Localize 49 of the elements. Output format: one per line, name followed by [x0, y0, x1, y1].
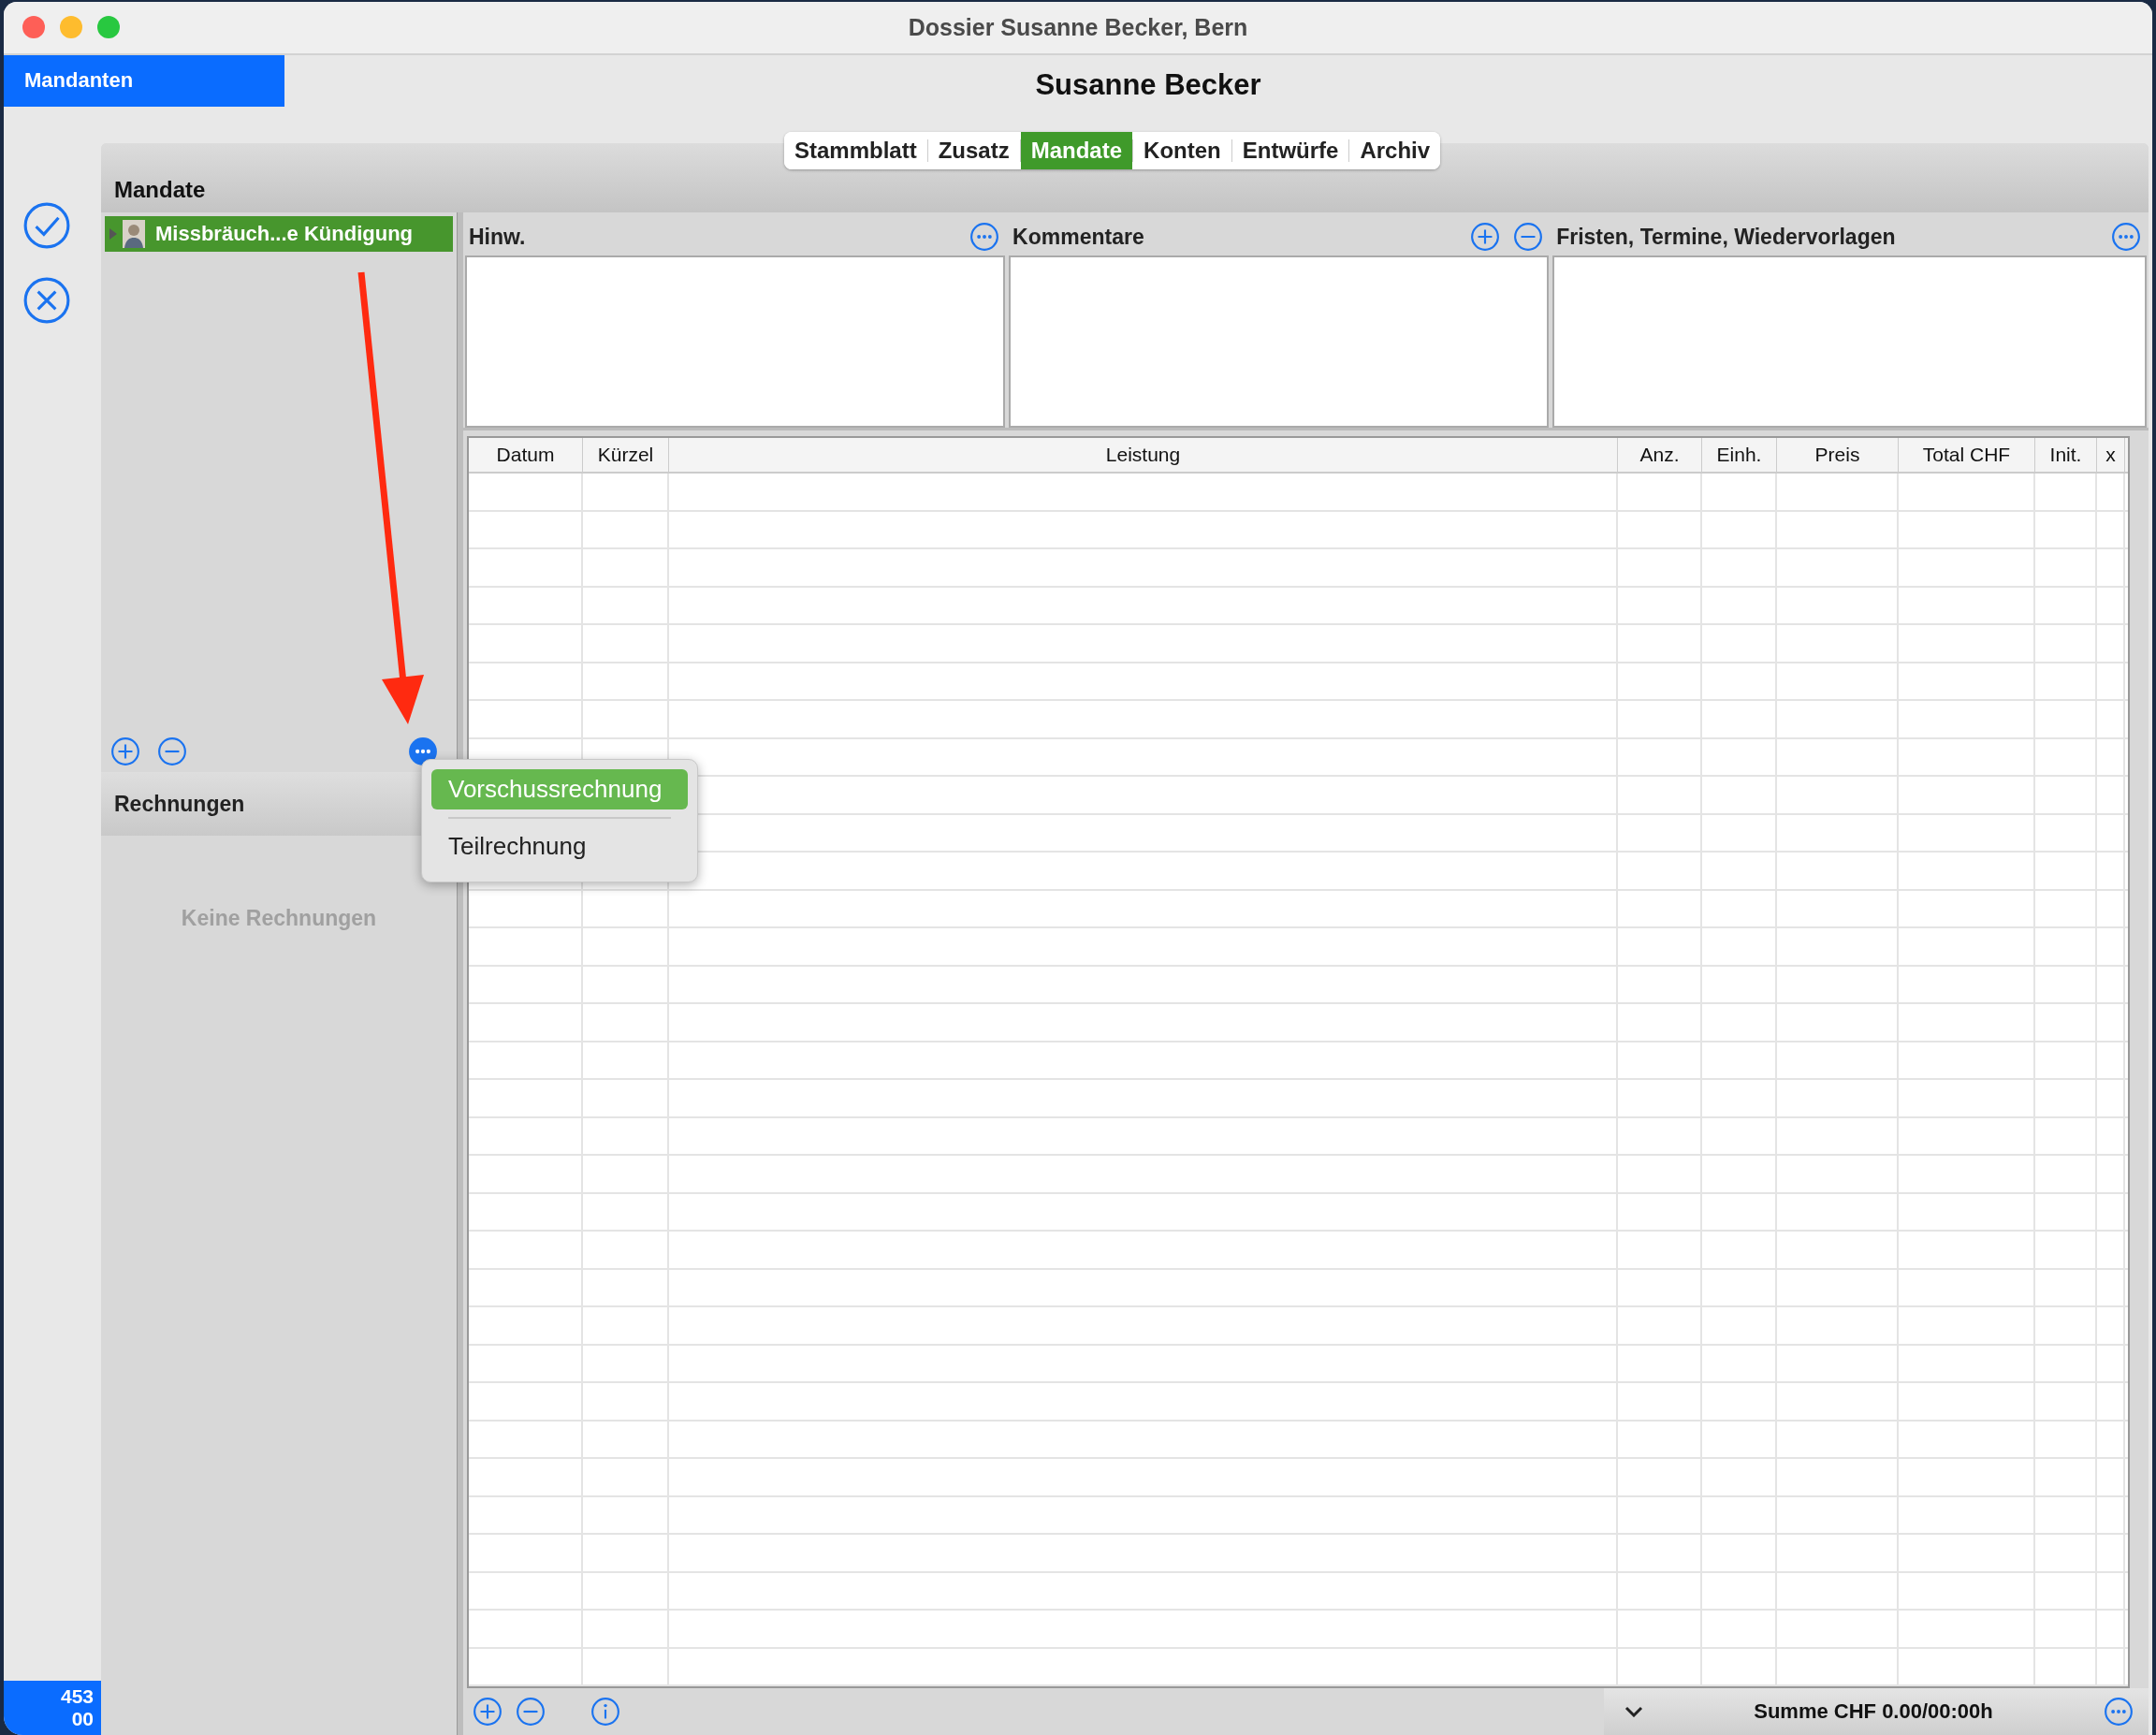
column-header[interactable]: Leistung: [669, 438, 1618, 472]
column-header[interactable]: Total CHF: [1899, 438, 2035, 472]
column-header[interactable]: x: [2097, 438, 2125, 472]
info-icon[interactable]: [590, 1697, 620, 1727]
more-icon[interactable]: [408, 736, 438, 766]
column-header[interactable]: Datum: [469, 438, 583, 472]
column-header[interactable]: Einh.: [1702, 438, 1777, 472]
mandate-item[interactable]: Missbräuch...e Kündigung: [105, 216, 453, 252]
column-header[interactable]: Init.: [2035, 438, 2097, 472]
zoom-button[interactable]: [97, 16, 120, 39]
section-title: Mandate: [114, 177, 206, 203]
remove-icon[interactable]: [516, 1697, 546, 1727]
column-header[interactable]: Kürzel: [583, 438, 669, 472]
panel-title: Kommentare: [1012, 224, 1144, 250]
tab[interactable]: Archiv: [1349, 131, 1441, 169]
add-icon[interactable]: [110, 736, 140, 766]
close-button[interactable]: [22, 16, 45, 39]
disclosure-icon[interactable]: [109, 227, 118, 241]
panel-title: Fristen, Termine, Wiedervorlagen: [1556, 224, 1896, 250]
avatar-icon: [123, 220, 145, 248]
tab[interactable]: Mandate: [1020, 131, 1133, 169]
more-icon[interactable]: [2111, 222, 2141, 252]
empty-message: Keine Rechnungen: [181, 906, 377, 931]
remove-icon[interactable]: [1513, 222, 1544, 252]
tab[interactable]: Entwürfe: [1231, 131, 1349, 169]
chevron-down-icon[interactable]: [1624, 1706, 1643, 1717]
count-badge: 453 00: [4, 1681, 101, 1735]
tab[interactable]: Zusatz: [927, 131, 1020, 169]
tab[interactable]: Stammblatt: [784, 131, 927, 169]
column-header[interactable]: Preis: [1777, 438, 1899, 472]
remove-icon[interactable]: [157, 736, 187, 766]
total-sum: Summe CHF 0.00/00:00h: [1753, 1699, 1994, 1724]
cancel-icon[interactable]: [22, 276, 71, 325]
window-title: Dossier Susanne Becker, Bern: [908, 13, 1248, 41]
text-area[interactable]: [1552, 255, 2147, 428]
add-icon[interactable]: [473, 1697, 503, 1727]
section-title: Rechnungen: [114, 791, 245, 817]
client-name: Susanne Becker: [1035, 67, 1261, 102]
text-area[interactable]: [1009, 255, 1550, 428]
confirm-icon[interactable]: [22, 201, 71, 250]
mandanten-button[interactable]: Mandanten: [4, 54, 284, 107]
panel-title: Hinw.: [469, 224, 526, 250]
menu-item[interactable]: Teilrechnung: [431, 826, 688, 867]
tab[interactable]: Konten: [1133, 131, 1231, 169]
more-icon[interactable]: [2104, 1697, 2134, 1727]
text-area[interactable]: [465, 255, 1006, 428]
more-icon[interactable]: [969, 222, 1000, 252]
add-icon[interactable]: [1470, 222, 1501, 252]
column-header[interactable]: Anz.: [1618, 438, 1702, 472]
